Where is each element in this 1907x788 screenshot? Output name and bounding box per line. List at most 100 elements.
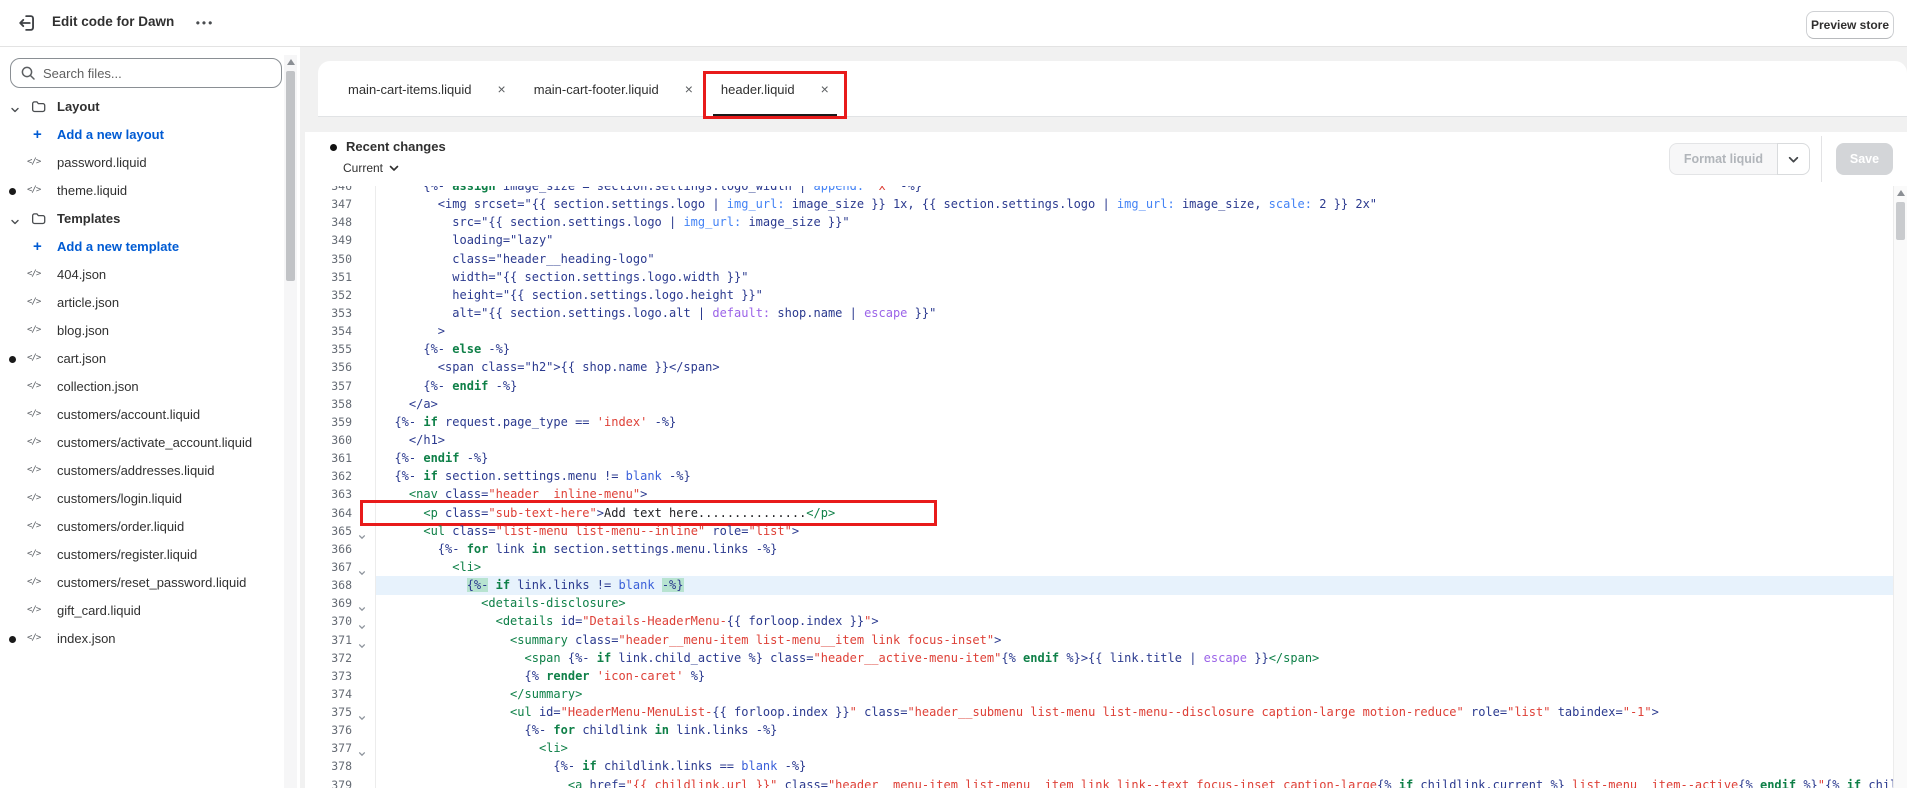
line-number: 351 — [331, 269, 352, 284]
code-line-347[interactable]: 347 <img srcset="{{ section.settings.log… — [305, 195, 1893, 214]
exit-code-editor-button[interactable] — [12, 9, 42, 39]
code-line-363[interactable]: 363 <nav class="header__inline-menu"> — [305, 485, 1893, 504]
exit-icon — [16, 14, 38, 37]
preview-store-button[interactable]: Preview store — [1806, 11, 1894, 39]
code-line-379[interactable]: 379 <a href="{{ childlink.url }}" class=… — [305, 776, 1904, 788]
code-editor[interactable]: 346 {%- assign image_size = section.sett… — [305, 186, 1907, 788]
scroll-up-arrow-icon — [287, 59, 295, 65]
sidebar-item-index-json[interactable]: </> index.json — [0, 625, 282, 653]
code-line-376[interactable]: 376 {%- for childlink in link.links -%} — [305, 721, 1893, 740]
code-line-362[interactable]: 362 {%- if section.settings.menu != blan… — [305, 467, 1893, 486]
sidebar-item-collection-json[interactable]: </> collection.json — [0, 373, 282, 401]
sidebar-scrollbar-thumb[interactable] — [286, 71, 295, 281]
code-file-icon: </> — [27, 353, 41, 363]
sidebar-item-gift-card-liquid[interactable]: </> gift_card.liquid — [0, 597, 282, 625]
sidebar-item-customers-addresses-liquid[interactable]: </> customers/addresses.liquid — [0, 457, 282, 485]
line-number: 361 — [331, 451, 352, 466]
code-line-352[interactable]: 352 height="{{ section.settings.logo.hei… — [305, 286, 1893, 305]
tab-close-icon[interactable]: × — [685, 82, 693, 96]
overflow-menu-button[interactable]: ••• — [190, 10, 220, 36]
code-scrollbar-thumb[interactable] — [1896, 202, 1905, 240]
search-files-input[interactable] — [43, 60, 273, 86]
line-number: 375 — [331, 705, 352, 720]
sidebar-folder-templates[interactable]: Templates — [0, 205, 282, 233]
sidebar-item-article-json[interactable]: </> article.json — [0, 289, 282, 317]
sidebar-folder-layout[interactable]: Layout — [0, 93, 282, 121]
code-line-357[interactable]: 357 {%- endif -%} — [305, 377, 1893, 396]
sidebar-item-theme-liquid[interactable]: </> theme.liquid — [0, 177, 282, 205]
code-line-368[interactable]: 368 {%- if link.links != blank -%} — [305, 576, 1907, 596]
line-number: 346 — [331, 186, 352, 193]
recent-changes-label: Recent changes — [346, 139, 446, 154]
sidebar-add-add-a-new-layout[interactable]: + Add a new layout — [0, 121, 282, 149]
file-tree: Layout + Add a new layout </> password.liqui… — [0, 93, 282, 653]
code-line-351[interactable]: 351 width="{{ section.settings.logo.widt… — [305, 268, 1893, 287]
code-line-348[interactable]: 348 src="{{ section.settings.logo | img_… — [305, 213, 1893, 232]
line-number: 366 — [331, 541, 352, 556]
sidebar-item-customers-login-liquid[interactable]: </> customers/login.liquid — [0, 485, 282, 513]
save-button[interactable]: Save — [1836, 143, 1893, 175]
item-label: article.json — [57, 295, 120, 310]
code-line-370[interactable]: 370 <details id="Details-HeaderMenu-{{ f… — [305, 612, 1893, 631]
folder-icon — [31, 212, 46, 230]
code-line-355[interactable]: 355 {%- else -%} — [305, 340, 1893, 359]
code-line-371[interactable]: 371 <summary class="header__menu-item li… — [305, 631, 1893, 650]
code-line-353[interactable]: 353 alt="{{ section.settings.logo.alt | … — [305, 304, 1893, 323]
tab-close-icon[interactable]: × — [498, 82, 506, 96]
code-line-361[interactable]: 361 {%- endif -%} — [305, 449, 1893, 468]
tab-header-liquid[interactable]: header.liquid × — [702, 61, 847, 119]
toolbar-divider — [1821, 136, 1822, 182]
sidebar-scrollbar[interactable] — [284, 55, 297, 788]
modified-dot — [9, 188, 16, 195]
sidebar-item-customers-account-liquid[interactable]: </> customers/account.liquid — [0, 401, 282, 429]
code-line-354[interactable]: 354 > — [305, 322, 1893, 341]
sidebar-item-blog-json[interactable]: </> blog.json — [0, 317, 282, 345]
chevron-down-icon[interactable] — [10, 102, 20, 120]
code-text: {%- if childlink.links == blank -%} — [553, 759, 807, 774]
version-dropdown[interactable]: Current — [343, 159, 399, 177]
sidebar-item-customers-register-liquid[interactable]: </> customers/register.liquid — [0, 541, 282, 569]
tab-close-icon[interactable]: × — [821, 82, 829, 96]
code-line-377[interactable]: 377 <li> — [305, 739, 1893, 758]
format-liquid-caret-button[interactable] — [1777, 143, 1810, 175]
sidebar-item-customers-reset-password-liquid[interactable]: </> customers/reset_password.liquid — [0, 569, 282, 597]
sidebar-add-add-a-new-template[interactable]: + Add a new template — [0, 233, 282, 261]
code-line-372[interactable]: 372 <span {%- if link.child_active %} cl… — [305, 649, 1893, 668]
item-label: 404.json — [57, 267, 107, 282]
item-label: customers/order.liquid — [57, 519, 185, 534]
code-line-358[interactable]: 358 </a> — [305, 395, 1893, 414]
item-label: customers/addresses.liquid — [57, 463, 215, 478]
code-scrollbar[interactable] — [1893, 186, 1907, 788]
code-line-369[interactable]: 369 <details-disclosure> — [305, 594, 1893, 613]
code-line-356[interactable]: 356 <span class="h2">{{ shop.name }}</sp… — [305, 358, 1893, 377]
sidebar-item-customers-activate-account-liquid[interactable]: </> customers/activate_account.liquid — [0, 429, 282, 457]
code-line-367[interactable]: 367 <li> — [305, 558, 1893, 577]
item-label: password.liquid — [57, 155, 147, 170]
code-line-349[interactable]: 349 loading="lazy" — [305, 231, 1893, 250]
code-line-364[interactable]: 364 <p class="sub-text-here">Add text he… — [305, 499, 1893, 526]
search-files-box — [10, 58, 282, 88]
sidebar-item-404-json[interactable]: </> 404.json — [0, 261, 282, 289]
code-line-365[interactable]: 365 <ul class="list-menu list-menu--inli… — [305, 522, 1893, 541]
code-line-374[interactable]: 374 </summary> — [305, 685, 1893, 704]
plus-icon: + — [33, 238, 42, 255]
sidebar-item-customers-order-liquid[interactable]: </> customers/order.liquid — [0, 513, 282, 541]
chevron-down-icon[interactable] — [10, 214, 20, 232]
code-line-378[interactable]: 378 {%- if childlink.links == blank -%} — [305, 757, 1893, 776]
tab-main-cart-footer-liquid[interactable]: main-cart-footer.liquid × — [520, 61, 707, 117]
code-file-icon: </> — [27, 409, 41, 419]
file-sidebar: Layout + Add a new layout </> password.liqui… — [0, 47, 300, 788]
code-line-366[interactable]: 366 {%- for link in section.settings.men… — [305, 540, 1893, 559]
code-line-373[interactable]: 373 {% render 'icon-caret' %} — [305, 667, 1893, 686]
code-line-360[interactable]: 360 </h1> — [305, 431, 1893, 450]
tab-main-cart-items-liquid[interactable]: main-cart-items.liquid × — [334, 61, 520, 117]
sidebar-item-password-liquid[interactable]: </> password.liquid — [0, 149, 282, 177]
line-number: 352 — [331, 287, 352, 302]
format-liquid-button[interactable]: Format liquid — [1668, 143, 1777, 175]
code-line-375[interactable]: 375 <ul id="HeaderMenu-MenuList-{{ forlo… — [305, 703, 1893, 722]
fold-chevron-icon[interactable] — [358, 782, 366, 788]
code-line-359[interactable]: 359 {%- if request.page_type == 'index' … — [305, 413, 1893, 432]
code-line-350[interactable]: 350 class="header__heading-logo" — [305, 250, 1893, 269]
line-number: 365 — [331, 523, 352, 538]
sidebar-item-cart-json[interactable]: </> cart.json — [0, 345, 282, 373]
